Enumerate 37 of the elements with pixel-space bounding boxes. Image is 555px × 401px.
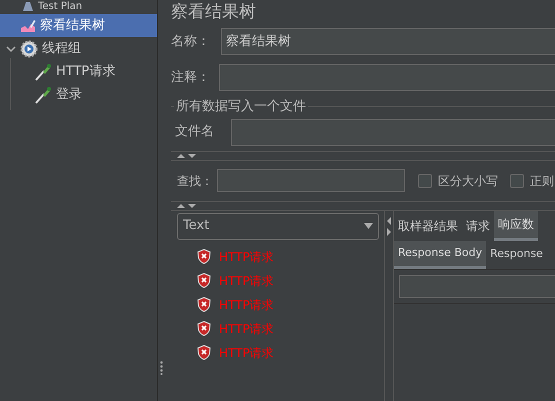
group-legend: 所有数据写入一个文件 (176, 97, 306, 116)
tree-item[interactable]: HTTP请求 (0, 60, 157, 83)
tree-item[interactable]: 线程组 (0, 37, 157, 60)
field-label: 名称： (171, 32, 211, 51)
tab[interactable]: Response Body (394, 240, 486, 268)
checkbox-label: 区分大小写 (438, 172, 498, 190)
pipette-icon (34, 86, 52, 104)
chevron-icon[interactable] (6, 44, 16, 54)
filename-field[interactable] (231, 118, 555, 146)
splitter-arrows-icon[interactable] (177, 152, 197, 158)
tab[interactable]: 取样器结果 (394, 210, 462, 240)
name-field[interactable]: 察看结果树 (221, 28, 555, 55)
caret-icon (364, 223, 373, 229)
tree-item[interactable]: 察看结果树 (0, 14, 157, 37)
search-field[interactable] (217, 169, 405, 192)
field-label: 查找： (177, 172, 214, 190)
checkbox[interactable] (418, 174, 432, 188)
splitter-arrows-icon[interactable] (386, 216, 392, 236)
checkbox[interactable] (510, 174, 524, 188)
field-label: 注释： (171, 68, 211, 87)
splitter-arrows-icon[interactable] (177, 202, 197, 208)
panel-title: 察看结果树 (171, 2, 256, 22)
chart-icon (20, 18, 36, 32)
checkbox-label: 正则 (530, 172, 554, 190)
pipette-icon (34, 62, 52, 80)
comment-field[interactable] (219, 64, 555, 91)
response-search-field[interactable] (399, 274, 555, 298)
tree-item[interactable]: 登录 (0, 83, 157, 106)
tree-item[interactable]: Test Plan (0, 0, 157, 14)
tab[interactable]: 请求 (462, 210, 494, 240)
grip-icon (160, 361, 163, 375)
tab[interactable]: 响应数 (494, 210, 538, 240)
flask-icon (22, 2, 34, 12)
renderer-dropdown[interactable]: Text (177, 212, 379, 240)
gear-icon (20, 40, 38, 58)
tab[interactable]: Response (486, 240, 547, 268)
field-label: 文件名 (175, 123, 215, 142)
